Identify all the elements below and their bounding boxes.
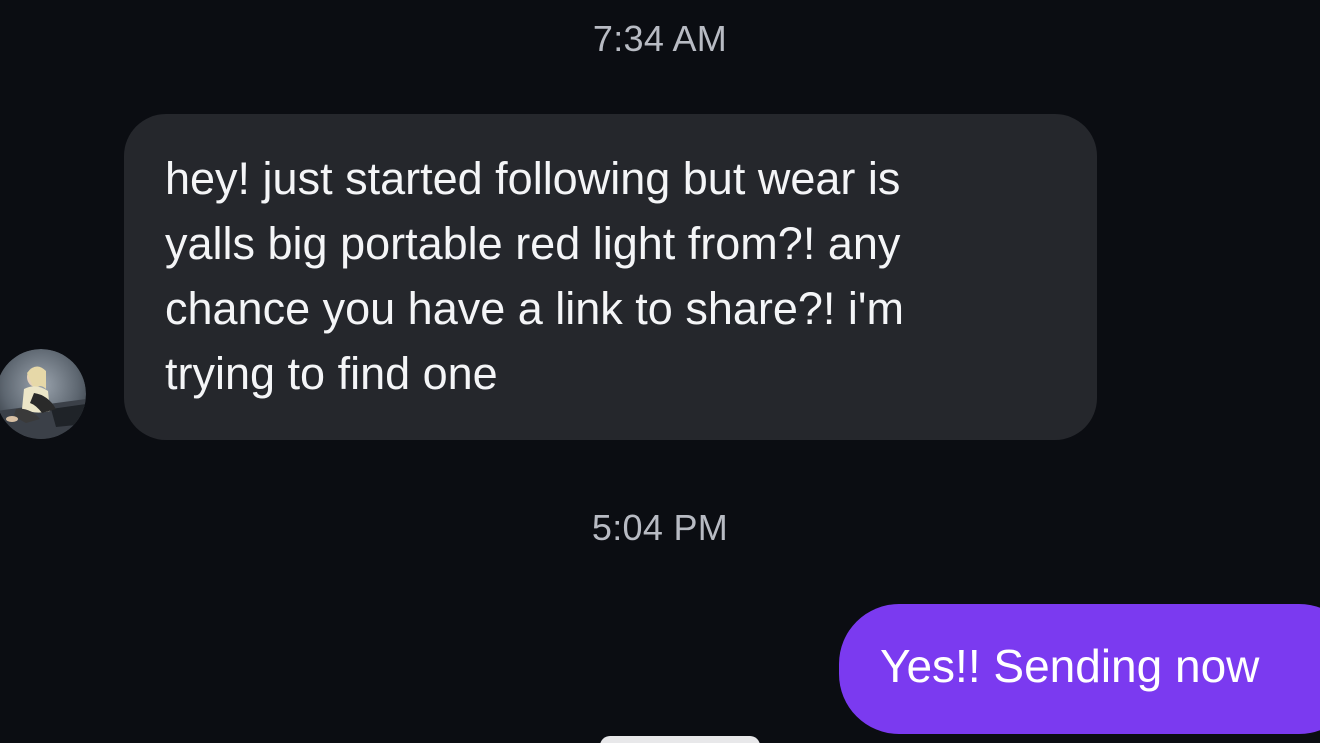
avatar-photo-icon <box>0 349 86 439</box>
incoming-message-text: hey! just started following but wear is … <box>165 146 1057 406</box>
message-line: chance you have a link to share?! i'm <box>165 283 905 334</box>
message-thread[interactable]: 7:34 AM hey! just started following but … <box>0 0 1320 743</box>
timestamp: 7:34 AM <box>592 18 728 59</box>
partial-next-item <box>600 736 760 743</box>
incoming-message-bubble[interactable]: hey! just started following but wear is … <box>124 114 1097 440</box>
message-line: trying to find one <box>165 348 498 399</box>
message-line: hey! just started following but wear is <box>165 153 901 204</box>
message-line: yalls big portable red light from?! any <box>165 218 901 269</box>
outgoing-message-bubble[interactable]: Yes!! Sending now <box>839 604 1320 734</box>
outgoing-message-text: Yes!! Sending now <box>880 640 1260 692</box>
incoming-message-row: hey! just started following but wear is … <box>0 114 1320 444</box>
timestamp: 5:04 PM <box>591 507 729 548</box>
sender-avatar[interactable] <box>0 349 86 439</box>
